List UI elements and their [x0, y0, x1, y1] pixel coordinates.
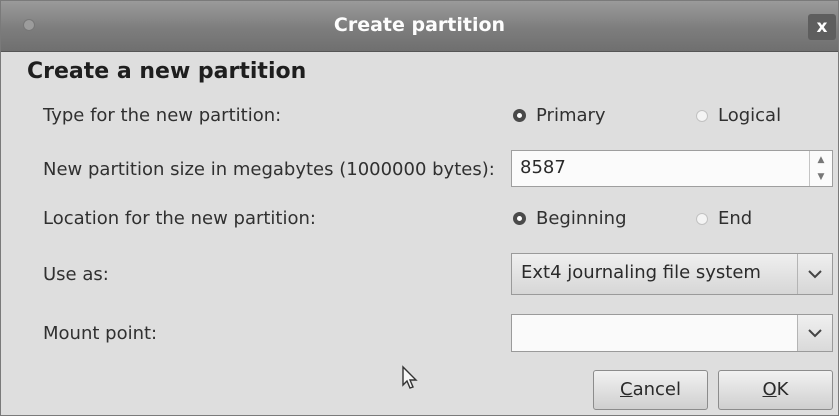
- dialog-heading: Create a new partition: [27, 59, 307, 84]
- create-partition-dialog: Create partition x Create a new partitio…: [0, 0, 839, 416]
- use-as-label: Use as:: [43, 264, 109, 285]
- ok-mnemonic: O: [762, 379, 777, 400]
- radio-beginning-label: Beginning: [536, 208, 627, 229]
- radio-end-label: End: [718, 208, 753, 229]
- size-spin-arrows[interactable]: ▲ ▼: [809, 151, 832, 186]
- chevron-down-icon[interactable]: [797, 315, 832, 351]
- radio-end-indicator: [696, 212, 708, 225]
- radio-primary-indicator: [513, 109, 526, 122]
- mount-point-combobox[interactable]: [511, 314, 833, 352]
- chevron-up-icon[interactable]: ▲: [818, 155, 825, 165]
- radio-primary-label: Primary: [536, 105, 606, 126]
- radio-end[interactable]: End: [696, 208, 752, 229]
- radio-beginning[interactable]: Beginning: [513, 208, 627, 229]
- close-icon: x: [816, 17, 828, 37]
- chevron-down-icon[interactable]: [797, 254, 832, 294]
- window-title: Create partition: [333, 14, 506, 36]
- radio-beginning-indicator: [513, 212, 526, 225]
- radio-logical-label: Logical: [718, 105, 782, 126]
- radio-primary[interactable]: Primary: [513, 105, 606, 126]
- location-label: Location for the new partition:: [43, 208, 316, 229]
- radio-logical[interactable]: Logical: [696, 105, 781, 126]
- close-button[interactable]: x: [808, 14, 836, 40]
- cancel-label: ancel: [632, 379, 681, 400]
- radio-logical-indicator: [696, 109, 708, 122]
- mount-point-label: Mount point:: [43, 323, 158, 344]
- cancel-button[interactable]: Cancel: [593, 370, 708, 410]
- cancel-mnemonic: C: [620, 379, 633, 400]
- size-spinbutton[interactable]: 8587 ▲ ▼: [511, 150, 833, 187]
- type-label: Type for the new partition:: [43, 105, 282, 126]
- chevron-down-icon[interactable]: ▼: [818, 172, 825, 182]
- mouse-pointer-icon: [402, 365, 418, 389]
- use-as-value: Ext4 journaling file system: [521, 262, 761, 283]
- use-as-dropdown[interactable]: Ext4 journaling file system: [511, 253, 833, 295]
- ok-button[interactable]: OK: [718, 370, 833, 410]
- ok-label: K: [776, 379, 789, 400]
- size-label: New partition size in megabytes (1000000…: [43, 159, 495, 180]
- title-bar[interactable]: Create partition x: [1, 1, 838, 52]
- size-value: 8587: [520, 157, 566, 178]
